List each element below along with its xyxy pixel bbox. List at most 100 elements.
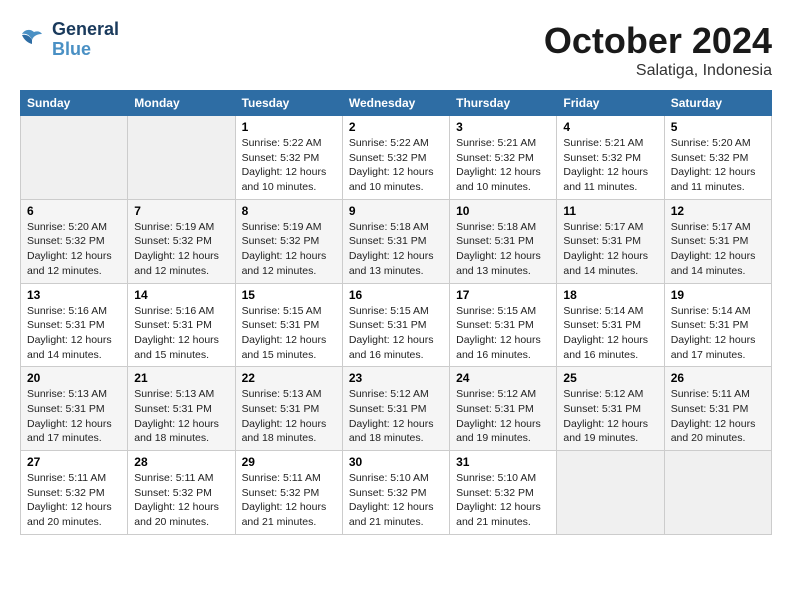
- day-number: 19: [671, 288, 765, 302]
- day-info: Sunrise: 5:15 AMSunset: 5:31 PMDaylight:…: [242, 304, 336, 363]
- day-number: 10: [456, 204, 550, 218]
- location: Salatiga, Indonesia: [544, 62, 772, 80]
- day-info: Sunrise: 5:18 AMSunset: 5:31 PMDaylight:…: [349, 220, 443, 279]
- weekday-header-monday: Monday: [128, 91, 235, 116]
- calendar-week-3: 13 Sunrise: 5:16 AMSunset: 5:31 PMDayligh…: [21, 283, 772, 367]
- calendar-cell: 10 Sunrise: 5:18 AMSunset: 5:31 PMDayligh…: [450, 199, 557, 283]
- title-block: October 2024 Salatiga, Indonesia: [544, 20, 772, 80]
- calendar-cell: 21Sunrise: 5:13 AMSunset: 5:31 PMDayligh…: [128, 367, 235, 451]
- day-number: 4: [563, 120, 657, 134]
- calendar-cell: 26 Sunrise: 5:11 AMSunset: 5:31 PMDayligh…: [664, 367, 771, 451]
- day-number: 25: [563, 371, 657, 385]
- day-number: 2: [349, 120, 443, 134]
- day-number: 11: [563, 204, 657, 218]
- day-number: 26: [671, 371, 765, 385]
- day-number: 1: [242, 120, 336, 134]
- calendar-week-4: 20 Sunrise: 5:13 AMSunset: 5:31 PMDayligh…: [21, 367, 772, 451]
- day-info: Sunrise: 5:20 AMSunset: 5:32 PMDaylight:…: [671, 136, 765, 195]
- day-number: 24: [456, 371, 550, 385]
- day-info: Sunrise: 5:11 AMSunset: 5:32 PMDaylight:…: [242, 471, 336, 530]
- day-info: Sunrise: 5:10 AMSunset: 5:32 PMDaylight:…: [456, 471, 550, 530]
- weekday-header-friday: Friday: [557, 91, 664, 116]
- day-number: 6: [27, 204, 121, 218]
- day-number: 30: [349, 455, 443, 469]
- weekday-header-saturday: Saturday: [664, 91, 771, 116]
- day-number: 28: [134, 455, 228, 469]
- calendar-cell: 5 Sunrise: 5:20 AMSunset: 5:32 PMDaylight…: [664, 116, 771, 200]
- calendar-cell: [664, 451, 771, 535]
- day-number: 29: [242, 455, 336, 469]
- calendar-cell: 13 Sunrise: 5:16 AMSunset: 5:31 PMDayligh…: [21, 283, 128, 367]
- day-info: Sunrise: 5:12 AMSunset: 5:31 PMDaylight:…: [349, 387, 443, 446]
- day-number: 7: [134, 204, 228, 218]
- day-number: 18: [563, 288, 657, 302]
- day-number: 17: [456, 288, 550, 302]
- day-info: Sunrise: 5:13 AMSunset: 5:31 PMDaylight:…: [242, 387, 336, 446]
- calendar-cell: 31 Sunrise: 5:10 AMSunset: 5:32 PMDayligh…: [450, 451, 557, 535]
- calendar-body: 1 Sunrise: 5:22 AMSunset: 5:32 PMDaylight…: [21, 116, 772, 535]
- calendar-cell: [21, 116, 128, 200]
- logo-icon: [20, 26, 48, 54]
- day-number: 5: [671, 120, 765, 134]
- day-info: Sunrise: 5:22 AMSunset: 5:32 PMDaylight:…: [242, 136, 336, 195]
- calendar-cell: 24 Sunrise: 5:12 AMSunset: 5:31 PMDayligh…: [450, 367, 557, 451]
- month-title: October 2024: [544, 20, 772, 62]
- calendar-cell: 12 Sunrise: 5:17 AMSunset: 5:31 PMDayligh…: [664, 199, 771, 283]
- day-number: 31: [456, 455, 550, 469]
- day-number: 9: [349, 204, 443, 218]
- calendar-cell: 30Sunrise: 5:10 AMSunset: 5:32 PMDayligh…: [342, 451, 449, 535]
- day-info: Sunrise: 5:14 AMSunset: 5:31 PMDaylight:…: [563, 304, 657, 363]
- day-info: Sunrise: 5:22 AMSunset: 5:32 PMDaylight:…: [349, 136, 443, 195]
- calendar-cell: 6Sunrise: 5:20 AMSunset: 5:32 PMDaylight…: [21, 199, 128, 283]
- calendar-week-5: 27 Sunrise: 5:11 AMSunset: 5:32 PMDayligh…: [21, 451, 772, 535]
- calendar-cell: 17 Sunrise: 5:15 AMSunset: 5:31 PMDayligh…: [450, 283, 557, 367]
- calendar-cell: 25 Sunrise: 5:12 AMSunset: 5:31 PMDayligh…: [557, 367, 664, 451]
- weekday-header-thursday: Thursday: [450, 91, 557, 116]
- calendar-cell: [128, 116, 235, 200]
- calendar-cell: 14 Sunrise: 5:16 AMSunset: 5:31 PMDayligh…: [128, 283, 235, 367]
- day-info: Sunrise: 5:21 AMSunset: 5:32 PMDaylight:…: [456, 136, 550, 195]
- calendar-cell: 18 Sunrise: 5:14 AMSunset: 5:31 PMDayligh…: [557, 283, 664, 367]
- day-number: 13: [27, 288, 121, 302]
- day-info: Sunrise: 5:11 AMSunset: 5:32 PMDaylight:…: [27, 471, 121, 530]
- day-number: 8: [242, 204, 336, 218]
- day-info: Sunrise: 5:15 AMSunset: 5:31 PMDaylight:…: [349, 304, 443, 363]
- calendar-cell: 20 Sunrise: 5:13 AMSunset: 5:31 PMDayligh…: [21, 367, 128, 451]
- calendar-cell: 11Sunrise: 5:17 AMSunset: 5:31 PMDayligh…: [557, 199, 664, 283]
- day-number: 14: [134, 288, 228, 302]
- day-info: Sunrise: 5:19 AMSunset: 5:32 PMDaylight:…: [242, 220, 336, 279]
- day-number: 12: [671, 204, 765, 218]
- day-number: 20: [27, 371, 121, 385]
- calendar-cell: 7Sunrise: 5:19 AMSunset: 5:32 PMDaylight…: [128, 199, 235, 283]
- calendar-cell: 16Sunrise: 5:15 AMSunset: 5:31 PMDayligh…: [342, 283, 449, 367]
- calendar-cell: 9 Sunrise: 5:18 AMSunset: 5:31 PMDaylight…: [342, 199, 449, 283]
- day-info: Sunrise: 5:12 AMSunset: 5:31 PMDaylight:…: [456, 387, 550, 446]
- calendar-cell: 23Sunrise: 5:12 AMSunset: 5:31 PMDayligh…: [342, 367, 449, 451]
- day-info: Sunrise: 5:16 AMSunset: 5:31 PMDaylight:…: [27, 304, 121, 363]
- logo: General Blue: [20, 20, 119, 60]
- calendar-cell: 2 Sunrise: 5:22 AMSunset: 5:32 PMDaylight…: [342, 116, 449, 200]
- day-info: Sunrise: 5:18 AMSunset: 5:31 PMDaylight:…: [456, 220, 550, 279]
- day-info: Sunrise: 5:11 AMSunset: 5:32 PMDaylight:…: [134, 471, 228, 530]
- calendar-cell: 22Sunrise: 5:13 AMSunset: 5:31 PMDayligh…: [235, 367, 342, 451]
- day-number: 3: [456, 120, 550, 134]
- day-info: Sunrise: 5:15 AMSunset: 5:31 PMDaylight:…: [456, 304, 550, 363]
- day-info: Sunrise: 5:17 AMSunset: 5:31 PMDaylight:…: [671, 220, 765, 279]
- calendar-cell: 27 Sunrise: 5:11 AMSunset: 5:32 PMDayligh…: [21, 451, 128, 535]
- day-info: Sunrise: 5:11 AMSunset: 5:31 PMDaylight:…: [671, 387, 765, 446]
- day-number: 15: [242, 288, 336, 302]
- calendar-cell: 3 Sunrise: 5:21 AMSunset: 5:32 PMDaylight…: [450, 116, 557, 200]
- weekday-header-wednesday: Wednesday: [342, 91, 449, 116]
- day-info: Sunrise: 5:16 AMSunset: 5:31 PMDaylight:…: [134, 304, 228, 363]
- calendar-cell: [557, 451, 664, 535]
- day-number: 27: [27, 455, 121, 469]
- calendar-week-1: 1 Sunrise: 5:22 AMSunset: 5:32 PMDaylight…: [21, 116, 772, 200]
- day-info: Sunrise: 5:21 AMSunset: 5:32 PMDaylight:…: [563, 136, 657, 195]
- weekday-header-sunday: Sunday: [21, 91, 128, 116]
- day-info: Sunrise: 5:13 AMSunset: 5:31 PMDaylight:…: [134, 387, 228, 446]
- calendar-cell: 29 Sunrise: 5:11 AMSunset: 5:32 PMDayligh…: [235, 451, 342, 535]
- calendar-cell: 1 Sunrise: 5:22 AMSunset: 5:32 PMDaylight…: [235, 116, 342, 200]
- day-info: Sunrise: 5:13 AMSunset: 5:31 PMDaylight:…: [27, 387, 121, 446]
- day-info: Sunrise: 5:12 AMSunset: 5:31 PMDaylight:…: [563, 387, 657, 446]
- weekday-header-tuesday: Tuesday: [235, 91, 342, 116]
